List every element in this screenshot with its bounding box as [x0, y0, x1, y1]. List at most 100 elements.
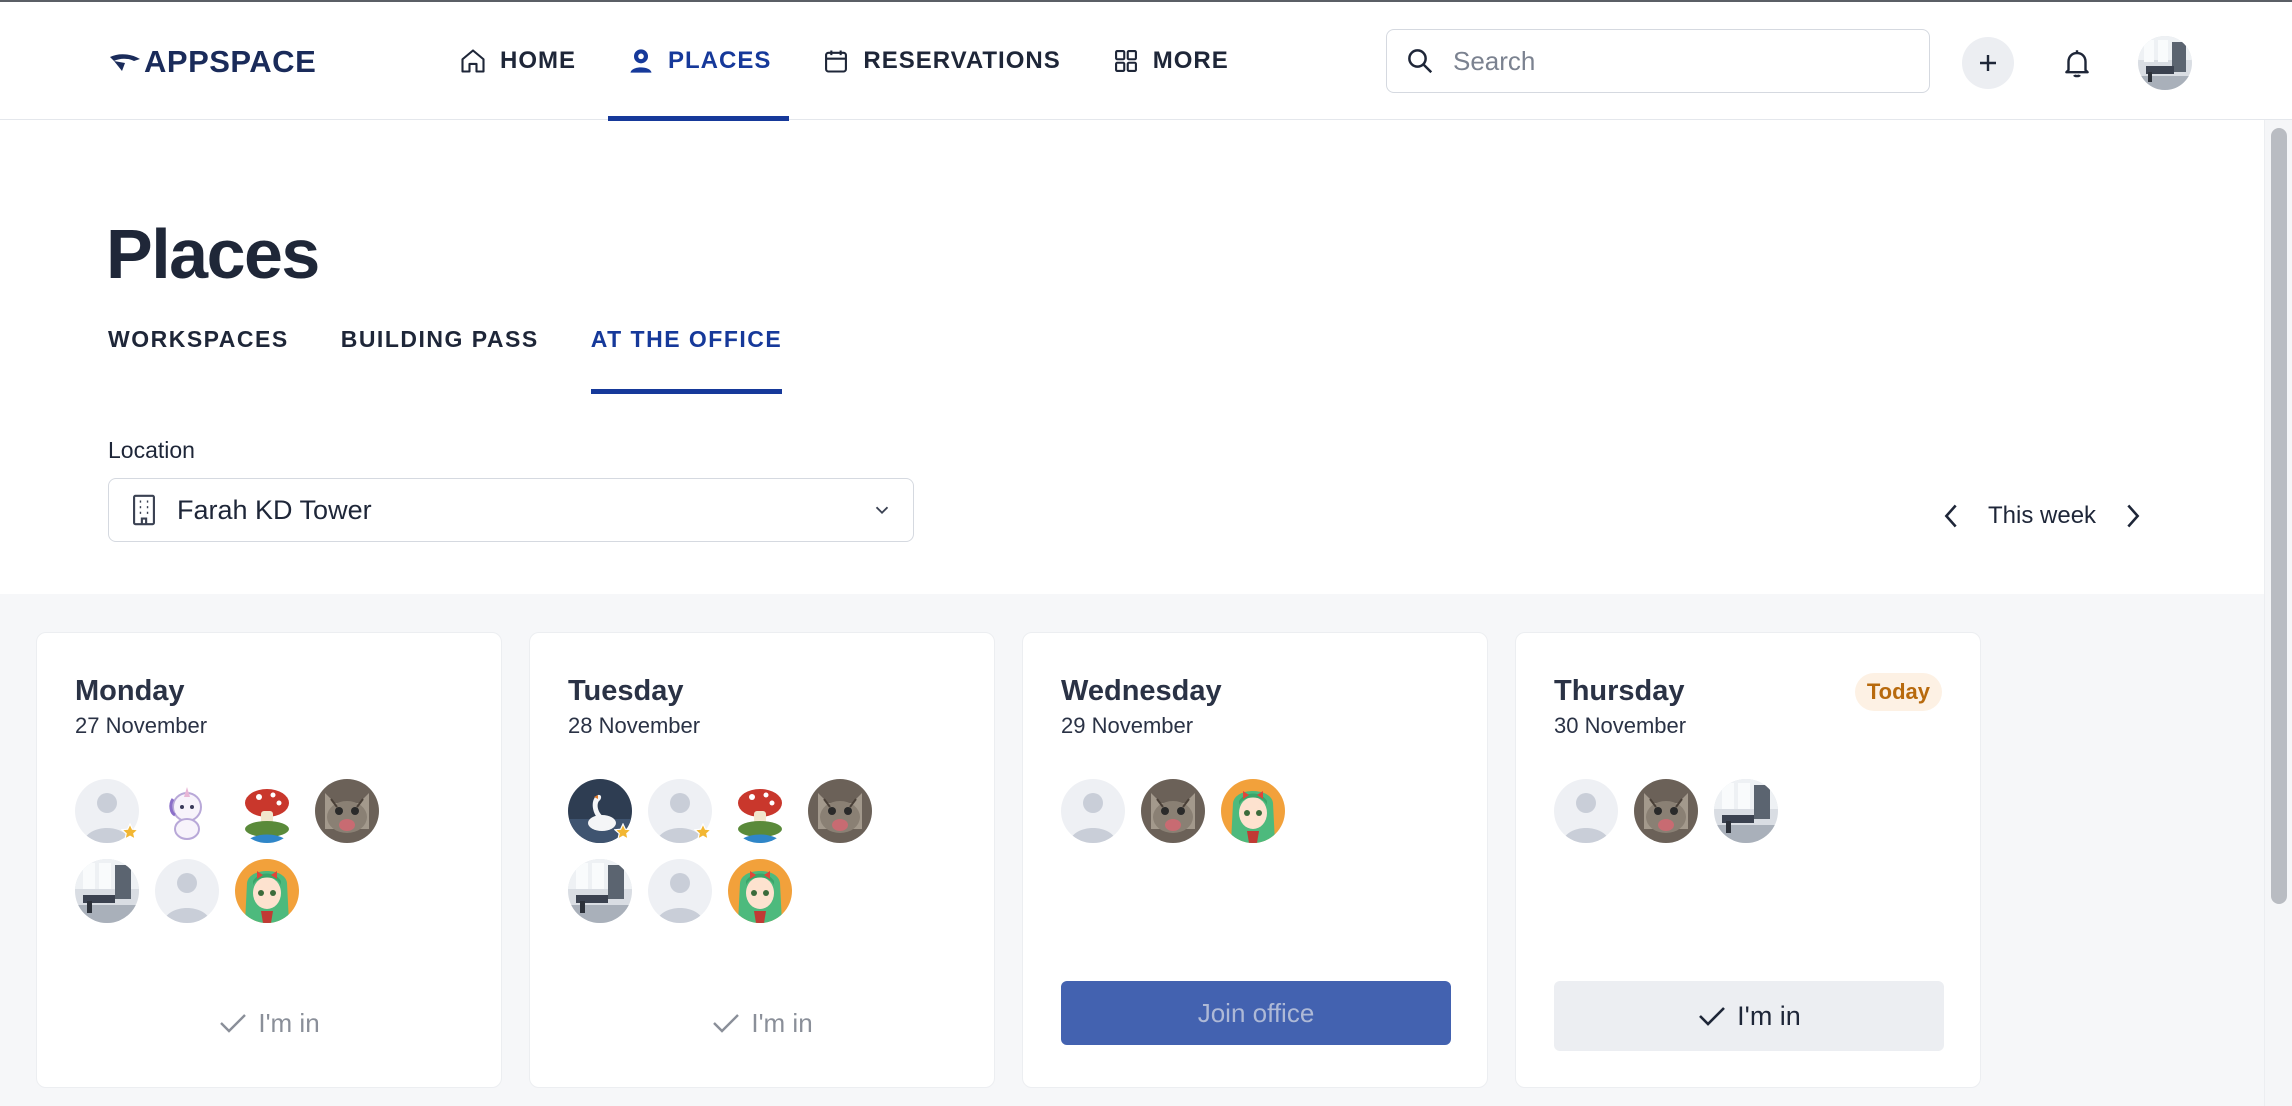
app-header: APPSPACE HOME PLACES RESERVATIONS MORE	[0, 2, 2292, 121]
office-room-avatar-icon	[2138, 36, 2192, 90]
check-icon	[220, 1014, 247, 1033]
nav-reservations-label: RESERVATIONS	[863, 47, 1061, 74]
day-date: 27 November	[75, 713, 208, 738]
anime-girl-avatar-icon	[1221, 779, 1285, 843]
main-nav: HOME PLACES RESERVATIONS MORE	[440, 2, 1261, 121]
day-name: Tuesday	[568, 675, 684, 707]
attendee-avatar[interactable]	[728, 859, 792, 923]
page-title: Places	[106, 215, 320, 293]
attendee-avatar[interactable]	[235, 859, 299, 923]
location-label: Location	[108, 437, 195, 463]
day-card-monday: Monday 27 November I'm in	[36, 632, 502, 1088]
nav-home-label: HOME	[500, 47, 576, 74]
next-week-button[interactable]	[2118, 496, 2148, 536]
favorite-star-icon	[694, 823, 712, 840]
chevron-left-icon	[1944, 504, 1957, 528]
attendee-avatar[interactable]	[155, 779, 219, 843]
im-in-button[interactable]: I'm in	[37, 999, 501, 1047]
day-name: Thursday	[1554, 675, 1685, 707]
day-card-tuesday: Tuesday 28 November I'm in	[529, 632, 995, 1088]
location-value: Farah KD Tower	[177, 494, 372, 525]
attendee-avatar[interactable]	[728, 779, 792, 843]
default-user-icon	[1061, 779, 1125, 843]
day-name: Monday	[75, 675, 185, 707]
location-select[interactable]: Farah KD Tower	[108, 478, 914, 542]
im-in-button[interactable]: I'm in	[1554, 981, 1944, 1051]
cat-avatar-icon	[315, 779, 379, 843]
attendee-avatar[interactable]	[1061, 779, 1125, 843]
day-date: 30 November	[1554, 713, 1687, 738]
anime-girl-avatar-icon	[235, 859, 299, 923]
week-navigator: This week	[1936, 496, 2148, 536]
attendee-avatar[interactable]	[1141, 779, 1205, 843]
search-box[interactable]	[1386, 29, 1930, 93]
default-user-icon	[648, 859, 712, 923]
attendee-avatar[interactable]	[155, 859, 219, 923]
im-in-button[interactable]: I'm in	[530, 999, 994, 1047]
previous-week-button[interactable]	[1936, 496, 1966, 536]
unicorn-avatar-icon	[155, 779, 219, 843]
today-badge: Today	[1854, 673, 1942, 711]
tab-workspaces[interactable]: WORKSPACES	[108, 318, 289, 394]
calendar-icon	[821, 46, 851, 76]
notifications-button[interactable]	[2052, 38, 2102, 88]
nav-reservations[interactable]: RESERVATIONS	[803, 2, 1078, 120]
nav-more[interactable]: MORE	[1093, 2, 1247, 120]
grid-icon	[1111, 46, 1141, 76]
attendee-avatar[interactable]	[1714, 779, 1778, 843]
page-scrollbar[interactable]	[2264, 120, 2292, 1106]
add-button[interactable]	[1962, 37, 2014, 89]
attendee-avatar[interactable]	[315, 779, 379, 843]
cat-avatar-icon	[1141, 779, 1205, 843]
tab-at-the-office[interactable]: AT THE OFFICE	[590, 318, 783, 394]
nav-more-label: MORE	[1152, 47, 1229, 74]
mushroom-avatar-icon	[235, 779, 299, 843]
tab-building-pass[interactable]: BUILDING PASS	[341, 318, 539, 394]
attendee-avatar[interactable]	[1554, 779, 1618, 843]
attendee-avatar[interactable]	[235, 779, 299, 843]
home-icon	[458, 46, 488, 76]
search-icon	[1408, 49, 1433, 74]
default-user-icon	[1554, 779, 1618, 843]
check-icon	[713, 1014, 740, 1033]
scrollbar-thumb[interactable]	[2271, 128, 2287, 904]
plus-icon	[1980, 55, 1996, 71]
nav-home[interactable]: HOME	[440, 2, 594, 120]
office-room-avatar-icon	[568, 859, 632, 923]
week-label: This week	[1988, 502, 2097, 529]
day-date: 29 November	[1061, 713, 1194, 738]
nav-places[interactable]: PLACES	[608, 2, 790, 121]
search-input[interactable]	[1453, 45, 1913, 77]
default-user-icon	[155, 859, 219, 923]
nav-places-label: PLACES	[668, 47, 772, 74]
person-pin-icon	[626, 46, 656, 76]
office-room-avatar-icon	[1714, 779, 1778, 843]
attendee-avatar[interactable]	[648, 859, 712, 923]
attendee-avatar[interactable]	[75, 859, 139, 923]
day-date: 28 November	[568, 713, 701, 738]
day-card-thursday: Thursday 30 November Today I'm in	[1515, 632, 1981, 1088]
day-card-wednesday: Wednesday 29 November Join office	[1022, 632, 1488, 1088]
places-tabs: WORKSPACES BUILDING PASS AT THE OFFICE	[108, 318, 834, 394]
im-in-label: I'm in	[1737, 1000, 1801, 1031]
appspace-logo[interactable]: APPSPACE	[108, 42, 316, 82]
logo-text: APPSPACE	[144, 44, 317, 79]
check-icon	[1699, 1007, 1726, 1026]
join-office-button[interactable]: Join office	[1061, 981, 1451, 1045]
day-name: Wednesday	[1061, 675, 1222, 707]
im-in-label: I'm in	[751, 1007, 813, 1038]
chevron-down-icon	[875, 506, 889, 515]
bell-icon	[2065, 50, 2089, 78]
im-in-label: I'm in	[258, 1007, 320, 1038]
cat-avatar-icon	[1634, 779, 1698, 843]
building-icon	[133, 494, 155, 526]
user-avatar[interactable]	[2138, 36, 2192, 90]
attendee-avatar[interactable]	[808, 779, 872, 843]
logo-swoosh-icon	[110, 54, 140, 71]
attendee-avatar[interactable]	[1221, 779, 1285, 843]
attendee-avatar[interactable]	[568, 859, 632, 923]
mushroom-avatar-icon	[728, 779, 792, 843]
attendee-avatar[interactable]	[1634, 779, 1698, 843]
cat-avatar-icon	[808, 779, 872, 843]
favorite-star-icon	[614, 823, 632, 840]
